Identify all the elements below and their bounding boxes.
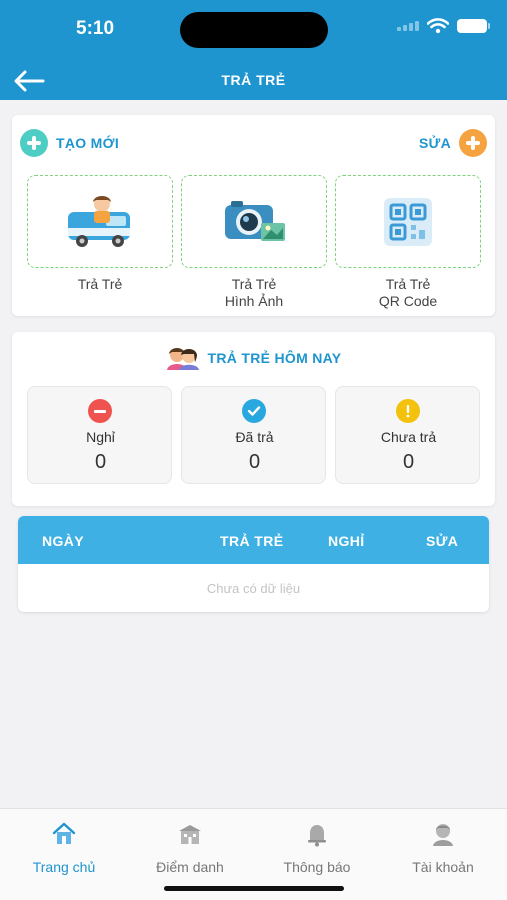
empty-state-text: Chưa có dữ liệu — [206, 581, 301, 596]
stat-not-returned: Chưa trả 0 — [335, 386, 480, 484]
tab-label: Trang chủ — [32, 859, 96, 875]
today-header: TRẢ TRẺ HÔM NAY — [12, 346, 495, 370]
stat-value: 0 — [248, 451, 261, 473]
tile-return-child-photo[interactable] — [181, 175, 327, 268]
tile-caption: Trả Trẻ — [27, 276, 173, 293]
tab-home[interactable]: Trang chủ — [1, 821, 127, 881]
qr-code-icon — [384, 197, 432, 246]
user-icon — [433, 824, 453, 846]
header-bar: 5:10 TRẢ TRẺ — [0, 0, 507, 100]
tab-label: Thông báo — [283, 859, 351, 875]
stat-value: 0 — [402, 451, 415, 473]
battery-icon — [457, 19, 490, 33]
tile-caption: Trả Trẻ QR Code — [335, 276, 481, 310]
wifi-icon — [427, 18, 449, 34]
tile-return-child[interactable] — [27, 175, 173, 268]
history-table: NGÀY TRẢ TRẺ NGHỈ SỬA Chưa có dữ liệu — [18, 516, 489, 612]
today-card: TRẢ TRẺ HÔM NAY Nghỉ 0 Đã trả 0 Chưa trả… — [12, 332, 495, 506]
home-indicator — [164, 886, 344, 891]
plus-circle-icon — [459, 129, 487, 157]
column-header-absent[interactable]: NGHỈ — [328, 533, 365, 549]
family-icon — [166, 348, 199, 370]
tile-caption-line1: Trả Trẻ — [385, 276, 431, 292]
create-new-label: TẠO MỚI — [56, 135, 120, 151]
today-title: TRẢ TRẺ HÔM NAY — [207, 350, 342, 366]
stat-label: Nghỉ — [86, 429, 115, 445]
stat-value: 0 — [94, 451, 107, 473]
create-new-button[interactable]: TẠO MỚI — [20, 129, 119, 157]
tab-label: Điểm danh — [156, 859, 224, 875]
check-circle-icon — [242, 399, 266, 423]
edit-button[interactable]: SỬA — [419, 129, 487, 157]
tab-attendance[interactable]: Điểm danh — [127, 821, 253, 881]
column-header-edit[interactable]: SỬA — [426, 533, 458, 549]
school-icon — [179, 825, 201, 844]
tile-return-child-qr[interactable] — [335, 175, 481, 268]
exclamation-circle-icon — [396, 399, 420, 423]
home-icon — [52, 822, 76, 844]
plus-circle-icon — [20, 129, 48, 157]
status-icons — [397, 18, 490, 34]
stat-returned: Đã trả 0 — [181, 386, 326, 484]
camera-icon — [225, 200, 285, 241]
bus-icon — [68, 195, 130, 247]
tile-caption: Trả Trẻ Hình Ảnh — [181, 276, 327, 310]
stat-label: Đã trả — [235, 429, 274, 445]
page-title: TRẢ TRẺ — [221, 72, 286, 88]
column-header-date[interactable]: NGÀY — [42, 533, 84, 549]
tab-notifications[interactable]: Thông báo — [254, 821, 380, 881]
tab-label: Tài khoản — [412, 859, 474, 875]
status-time: 5:10 — [76, 18, 115, 39]
column-header-returned[interactable]: TRẢ TRẺ — [220, 533, 283, 549]
tile-caption-line2: Hình Ảnh — [224, 293, 284, 309]
tile-caption-line1: Trả Trẻ — [231, 276, 277, 292]
camera-notch — [180, 12, 328, 48]
tab-account[interactable]: Tài khoản — [380, 821, 506, 881]
bell-icon — [308, 825, 326, 847]
cellular-signal-icon — [397, 21, 419, 31]
tile-caption-line1: Trả Trẻ — [77, 276, 123, 292]
minus-circle-icon — [88, 399, 112, 423]
stat-absent: Nghỉ 0 — [27, 386, 172, 484]
edit-label: SỬA — [419, 135, 451, 151]
create-card: TẠO MỚI SỬA Trả Trẻ Trả Trẻ Hình Ảnh Trả… — [12, 115, 495, 316]
stat-label: Chưa trả — [380, 429, 437, 445]
tile-caption-line2: QR Code — [378, 293, 438, 309]
table-header: NGÀY TRẢ TRẺ NGHỈ SỬA — [18, 516, 489, 564]
